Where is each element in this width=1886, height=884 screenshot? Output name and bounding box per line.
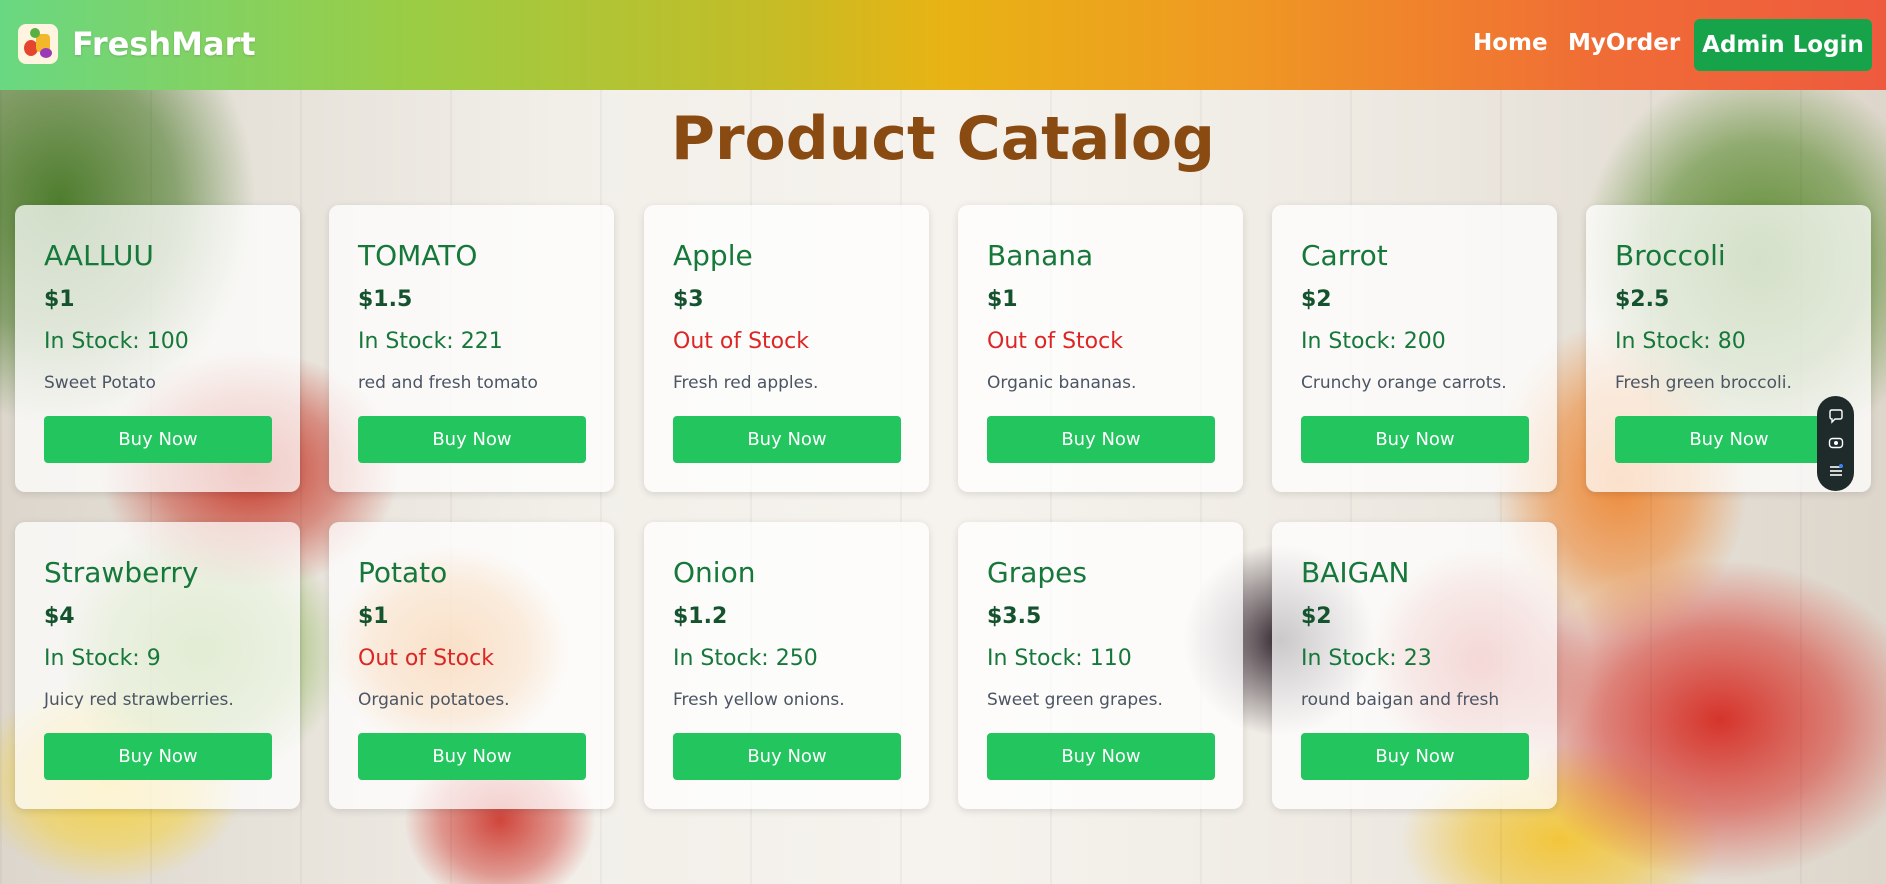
product-price: $1 (987, 287, 1018, 312)
product-price: $2 (1301, 604, 1332, 629)
product-card: Strawberry $4 In Stock: 9 Juicy red stra… (15, 522, 300, 809)
product-card: Grapes $3.5 In Stock: 110 Sweet green gr… (958, 522, 1243, 809)
buy-now-button[interactable]: Buy Now (673, 733, 901, 780)
product-price: $2.5 (1615, 287, 1670, 312)
nav-link-my-order[interactable]: MyOrder (1568, 30, 1680, 56)
product-description: Sweet Potato (44, 373, 156, 393)
product-description: Sweet green grapes. (987, 690, 1163, 710)
list-icon[interactable] (1827, 462, 1845, 480)
nav-link-home[interactable]: Home (1473, 30, 1548, 56)
product-stock: In Stock: 250 (673, 646, 818, 671)
product-name: Banana (987, 239, 1094, 272)
product-description: Crunchy orange carrots. (1301, 373, 1507, 393)
product-stock: In Stock: 221 (358, 329, 503, 354)
product-description: Fresh yellow onions. (673, 690, 845, 710)
product-description: Organic bananas. (987, 373, 1137, 393)
product-card: Potato $1 Out of Stock Organic potatoes.… (329, 522, 614, 809)
product-name: Onion (673, 556, 756, 589)
eye-icon[interactable] (1827, 434, 1845, 452)
product-description: round baigan and fresh (1301, 690, 1500, 710)
product-stock: Out of Stock (987, 329, 1123, 354)
product-description: red and fresh tomato (358, 373, 538, 393)
buy-now-button[interactable]: Buy Now (1301, 416, 1529, 463)
product-description: Fresh red apples. (673, 373, 819, 393)
product-name: BAIGAN (1301, 556, 1410, 589)
product-description: Fresh green broccoli. (1615, 373, 1792, 393)
product-stock: In Stock: 200 (1301, 329, 1446, 354)
product-price: $1 (44, 287, 75, 312)
product-card: TOMATO $1.5 In Stock: 221 red and fresh … (329, 205, 614, 492)
brand-logo-icon (18, 24, 58, 64)
buy-now-button[interactable]: Buy Now (358, 733, 586, 780)
product-stock: In Stock: 100 (44, 329, 189, 354)
product-name: Apple (673, 239, 753, 272)
product-card: Apple $3 Out of Stock Fresh red apples. … (644, 205, 929, 492)
product-stock: In Stock: 80 (1615, 329, 1746, 354)
buy-now-button[interactable]: Buy Now (1615, 416, 1843, 463)
product-price: $3 (673, 287, 704, 312)
product-name: Grapes (987, 556, 1087, 589)
product-price: $1.5 (358, 287, 413, 312)
chat-icon[interactable] (1827, 407, 1845, 425)
side-toolbar (1817, 396, 1854, 491)
product-name: TOMATO (358, 239, 478, 272)
buy-now-button[interactable]: Buy Now (44, 416, 272, 463)
product-stock: In Stock: 23 (1301, 646, 1432, 671)
product-name: Broccoli (1615, 239, 1726, 272)
product-price: $2 (1301, 287, 1332, 312)
product-description: Juicy red strawberries. (44, 690, 234, 710)
buy-now-button[interactable]: Buy Now (673, 416, 901, 463)
product-card: Banana $1 Out of Stock Organic bananas. … (958, 205, 1243, 492)
product-card: AALLUU $1 In Stock: 100 Sweet Potato Buy… (15, 205, 300, 492)
admin-login-button[interactable]: Admin Login (1694, 19, 1872, 71)
product-stock: Out of Stock (358, 646, 494, 671)
product-price: $4 (44, 604, 75, 629)
page-title: Product Catalog (670, 104, 1215, 174)
buy-now-button[interactable]: Buy Now (987, 733, 1215, 780)
buy-now-button[interactable]: Buy Now (987, 416, 1215, 463)
product-price: $3.5 (987, 604, 1042, 629)
product-name: Potato (358, 556, 448, 589)
buy-now-button[interactable]: Buy Now (1301, 733, 1529, 780)
product-card: Onion $1.2 In Stock: 250 Fresh yellow on… (644, 522, 929, 809)
product-stock: Out of Stock (673, 329, 809, 354)
product-card: Carrot $2 In Stock: 200 Crunchy orange c… (1272, 205, 1557, 492)
product-stock: In Stock: 110 (987, 646, 1132, 671)
product-price: $1 (358, 604, 389, 629)
product-name: Strawberry (44, 556, 199, 589)
buy-now-button[interactable]: Buy Now (44, 733, 272, 780)
buy-now-button[interactable]: Buy Now (358, 416, 586, 463)
product-card: BAIGAN $2 In Stock: 23 round baigan and … (1272, 522, 1557, 809)
navbar: FreshMart Home MyOrder Admin Login (0, 0, 1886, 90)
product-price: $1.2 (673, 604, 728, 629)
product-name: Carrot (1301, 239, 1388, 272)
product-stock: In Stock: 9 (44, 646, 161, 671)
brand-name: FreshMart (72, 25, 256, 63)
product-description: Organic potatoes. (358, 690, 510, 710)
brand[interactable]: FreshMart (18, 24, 256, 64)
product-name: AALLUU (44, 239, 154, 272)
